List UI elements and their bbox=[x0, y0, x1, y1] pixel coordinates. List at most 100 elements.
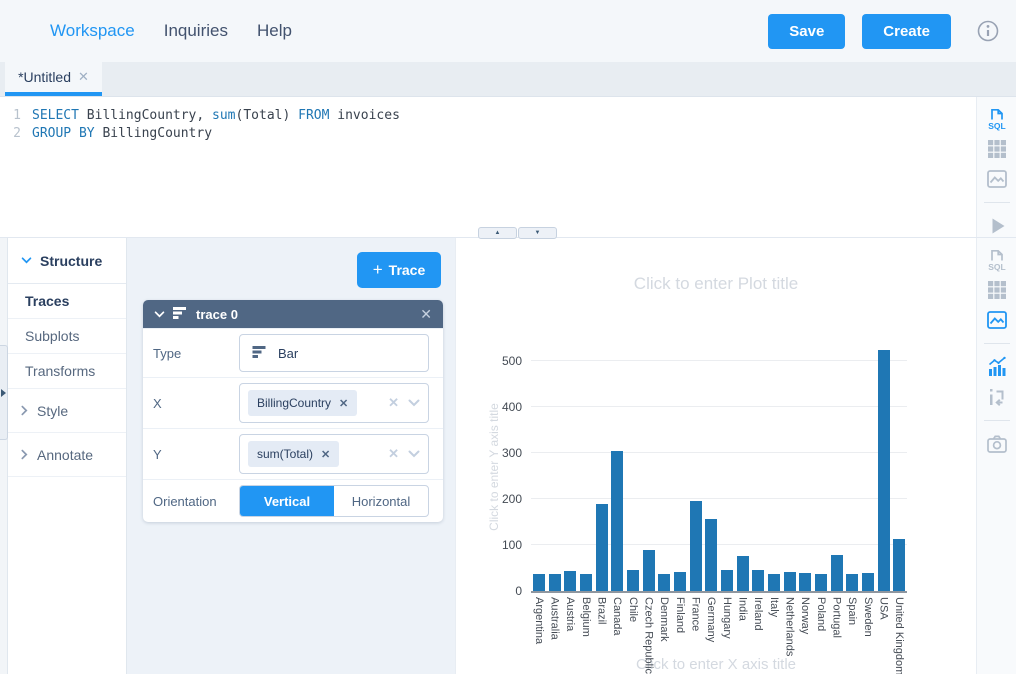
bar-denmark bbox=[658, 574, 670, 591]
trace-card-header[interactable]: trace 0 ✕ bbox=[143, 300, 443, 328]
add-trace-button[interactable]: + Trace bbox=[357, 252, 441, 288]
analytics-icon[interactable] bbox=[985, 355, 1009, 379]
x-tick-label: Chile bbox=[627, 597, 638, 674]
y-column-tag: sum(Total) ✕ bbox=[248, 441, 339, 467]
table-view-icon[interactable] bbox=[985, 278, 1009, 302]
chevron-down-icon bbox=[154, 311, 165, 318]
table-view-icon[interactable] bbox=[985, 137, 1009, 161]
trace-type-row: Type Bar bbox=[143, 328, 443, 377]
rail-divider bbox=[984, 420, 1010, 421]
x-tick-label: Netherlands bbox=[784, 597, 795, 674]
tag-close-icon[interactable]: ✕ bbox=[321, 448, 330, 461]
bar-austria bbox=[564, 571, 576, 591]
svg-text:SQL: SQL bbox=[988, 262, 1005, 272]
sidebar-item-traces[interactable]: Traces bbox=[8, 284, 126, 319]
nav-link-help[interactable]: Help bbox=[257, 21, 292, 41]
nav-link-inquiries[interactable]: Inquiries bbox=[164, 21, 228, 41]
sql-editor-icon[interactable]: SQL bbox=[985, 107, 1009, 131]
code-line: 1SELECT BillingCountry, sum(Total) FROM … bbox=[0, 107, 976, 125]
save-button[interactable]: Save bbox=[768, 14, 845, 49]
plus-icon: + bbox=[373, 260, 383, 280]
sidebar-item-subplots[interactable]: Subplots bbox=[8, 319, 126, 354]
bar-france bbox=[690, 501, 702, 591]
trace-type-dropdown[interactable]: Bar bbox=[239, 334, 429, 372]
sidebar-item-annotate[interactable]: Annotate bbox=[8, 433, 126, 477]
nav-link-workspace[interactable]: Workspace bbox=[50, 21, 135, 41]
trace-card: trace 0 ✕ Type Bar X bbox=[143, 300, 443, 522]
clear-selection-icon[interactable]: ✕ bbox=[388, 446, 399, 462]
y-column-tag-label: sum(Total) bbox=[257, 447, 313, 461]
sidebar-item-style[interactable]: Style bbox=[8, 389, 126, 433]
trace-y-row: Y sum(Total) ✕ ✕ bbox=[143, 428, 443, 479]
bar-australia bbox=[549, 574, 561, 591]
main-nav: Workspace Inquiries Help bbox=[50, 21, 292, 41]
sidebar-item-label: Annotate bbox=[37, 447, 93, 463]
code-token: invoices bbox=[329, 108, 399, 123]
sql-code-editor[interactable]: 1SELECT BillingCountry, sum(Total) FROM … bbox=[0, 97, 976, 237]
code-token: FROM bbox=[298, 108, 329, 123]
bar-italy bbox=[768, 574, 780, 591]
sidebar-item-transforms[interactable]: Transforms bbox=[8, 354, 126, 389]
clear-selection-icon[interactable]: ✕ bbox=[388, 395, 399, 411]
bar-united-kingdom bbox=[893, 539, 905, 591]
x-tick-label: Norway bbox=[799, 597, 810, 674]
x-tick-label: Finland bbox=[674, 597, 685, 674]
y-tick-label: 400 bbox=[502, 400, 522, 414]
x-tick-label: India bbox=[737, 597, 748, 674]
x-tick-label: France bbox=[690, 597, 701, 674]
bar-chart-icon bbox=[252, 345, 268, 362]
gridline bbox=[531, 498, 907, 499]
info-icon[interactable] bbox=[976, 19, 1000, 43]
chart-icon-rail: SQL bbox=[976, 238, 1016, 674]
create-button[interactable]: Create bbox=[862, 14, 951, 49]
chart-view-icon[interactable] bbox=[985, 308, 1009, 332]
orientation-vertical-button[interactable]: Vertical bbox=[240, 486, 334, 516]
triangle-down-icon: ▼ bbox=[535, 230, 541, 236]
y-field-label: Y bbox=[151, 447, 239, 462]
sidebar-collapse-handle[interactable] bbox=[0, 345, 8, 440]
bar-chile bbox=[627, 570, 639, 591]
export-layout-icon[interactable] bbox=[985, 385, 1009, 409]
app-window: Workspace Inquiries Help Save Create *Unti… bbox=[0, 0, 1016, 674]
sql-editor-icon[interactable]: SQL bbox=[985, 248, 1009, 272]
x-tick-label: Austria bbox=[564, 597, 575, 674]
gridline bbox=[531, 360, 907, 361]
x-tick-label: Australia bbox=[549, 597, 560, 674]
x-tick-label: Sweden bbox=[862, 597, 873, 674]
type-field-label: Type bbox=[151, 346, 239, 361]
line-number: 1 bbox=[0, 107, 32, 125]
chevron-down-icon[interactable] bbox=[408, 450, 420, 458]
bar-chart-icon bbox=[173, 306, 188, 323]
trace-controls-panel: + Trace trace 0 ✕ Type bbox=[127, 238, 455, 674]
sql-editor-section: 1SELECT BillingCountry, sum(Total) FROM … bbox=[0, 97, 1016, 238]
tab-close-icon[interactable]: ✕ bbox=[78, 69, 89, 85]
tag-close-icon[interactable]: ✕ bbox=[339, 397, 348, 410]
bar-brazil bbox=[596, 504, 608, 591]
y-axis-title-placeholder[interactable]: Click to enter Y axis title bbox=[487, 403, 501, 531]
expand-chart-button[interactable]: ▼ bbox=[518, 227, 557, 239]
snapshot-camera-icon[interactable] bbox=[985, 432, 1009, 456]
line-number: 2 bbox=[0, 125, 32, 143]
plot-panel: ▲ ▼ Click to enter Plot title Click to e… bbox=[455, 238, 976, 674]
trace-type-value: Bar bbox=[278, 346, 298, 361]
triangle-up-icon: ▲ bbox=[495, 230, 501, 236]
y-column-select[interactable]: sum(Total) ✕ ✕ bbox=[239, 434, 429, 474]
rail-divider bbox=[984, 202, 1010, 203]
chart-view-icon[interactable] bbox=[985, 167, 1009, 191]
chevron-right-icon bbox=[19, 451, 30, 458]
tab-untitled[interactable]: *Untitled ✕ bbox=[5, 62, 102, 96]
x-tick-label: Argentina bbox=[533, 597, 544, 674]
trace-title: trace 0 bbox=[196, 307, 238, 322]
y-tick-label: 500 bbox=[502, 354, 522, 368]
structure-section-header[interactable]: Structure bbox=[8, 238, 126, 284]
x-column-select[interactable]: BillingCountry ✕ ✕ bbox=[239, 383, 429, 423]
code-token: (Total) bbox=[236, 108, 299, 123]
sidebar-item-label: Traces bbox=[25, 293, 69, 309]
chevron-down-icon[interactable] bbox=[408, 399, 420, 407]
trace-close-icon[interactable]: ✕ bbox=[420, 306, 432, 323]
plot-title-placeholder[interactable]: Click to enter Plot title bbox=[456, 274, 976, 294]
orientation-horizontal-button[interactable]: Horizontal bbox=[334, 486, 428, 516]
run-query-icon[interactable] bbox=[985, 214, 1009, 238]
trace-orientation-row: Orientation VerticalHorizontal bbox=[143, 479, 443, 522]
expand-editor-button[interactable]: ▲ bbox=[478, 227, 517, 239]
